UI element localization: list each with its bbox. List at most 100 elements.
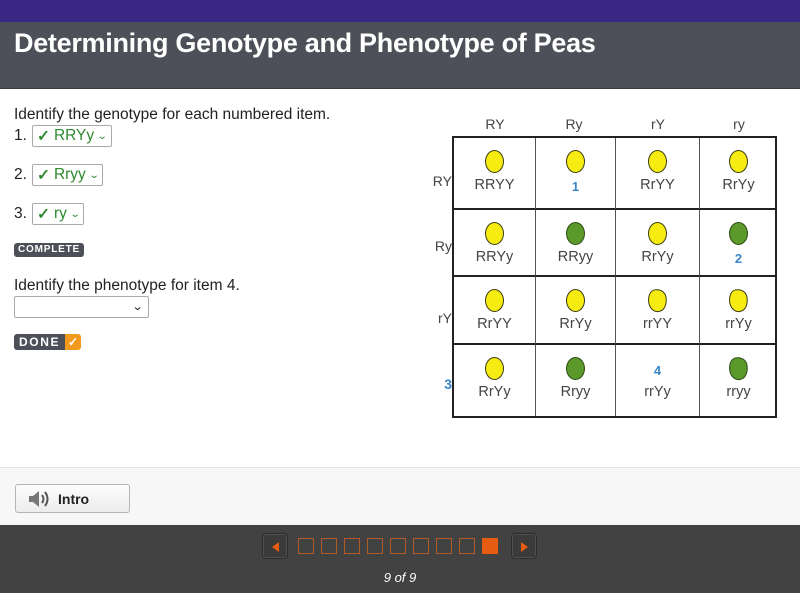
- intro-button[interactable]: Intro: [15, 484, 130, 513]
- genotype-label: rrYy: [644, 384, 671, 400]
- check-icon: ✓: [65, 334, 82, 350]
- punnett-grid: RRYY 1 RrYY RrYy RRYy RRyy RrYy 2 RrYY RrYy rrYY rr…: [452, 136, 777, 418]
- column-header: RY: [485, 116, 505, 132]
- check-icon: ✓: [36, 127, 50, 145]
- yellow-round-pea-icon: [565, 289, 585, 312]
- page-indicator-7[interactable]: [436, 538, 452, 554]
- footer-bar: Intro: [0, 467, 800, 525]
- chevron-down-icon: ⌄: [69, 208, 81, 220]
- item-number: 2.: [14, 166, 27, 183]
- punnett-cell: rrYY: [616, 277, 700, 345]
- punnett-cell: RrYy: [454, 345, 536, 416]
- punnett-cell: Rryy: [536, 345, 616, 416]
- genotype-item-3: 3. ✓ ry ⌄: [14, 203, 85, 225]
- green-round-pea-icon: [565, 357, 585, 380]
- chevron-down-icon: ⌄: [96, 130, 108, 142]
- genotype-select-3[interactable]: ✓ ry ⌄: [31, 203, 85, 225]
- item-number-label: 1: [571, 179, 580, 194]
- page-indicator-5[interactable]: [390, 538, 406, 554]
- row-header: Ry: [434, 238, 452, 254]
- yellow-round-pea-icon: [565, 150, 585, 173]
- row-header: rY: [438, 310, 452, 326]
- yellow-wrinkled-pea-icon: [645, 287, 669, 314]
- row-header: RY: [432, 173, 452, 189]
- punnett-cell: RrYy: [616, 210, 700, 277]
- punnett-cell: 2: [700, 210, 777, 277]
- yellow-round-pea-icon: [484, 289, 504, 312]
- page-indicator-9[interactable]: [482, 538, 498, 554]
- punnett-square: RY Ry rY ry RY Ry rY 3 RRYY 1 RrYY RrYy RRYy…: [420, 112, 790, 432]
- next-page-button[interactable]: [511, 533, 537, 559]
- phenotype-select[interactable]: ⌄: [14, 296, 149, 318]
- prev-page-button[interactable]: [262, 533, 288, 559]
- genotype-item-1: 1. ✓ RRYy ⌄: [14, 125, 112, 147]
- chevron-down-icon: ⌄: [131, 301, 144, 313]
- green-wrinkled-pea-icon: [726, 355, 750, 382]
- column-header: Ry: [565, 116, 583, 132]
- page-indicator-1[interactable]: [298, 538, 314, 554]
- row-header-item-3: 3: [444, 376, 452, 392]
- page-count: 9 of 9: [383, 570, 417, 585]
- genotype-label: Rryy: [560, 384, 591, 400]
- punnett-cell: 1: [536, 138, 616, 210]
- punnett-cell: RrYy: [536, 277, 616, 345]
- genotype-label: RrYy: [641, 249, 674, 265]
- punnett-cell: 4 rrYy: [616, 345, 700, 416]
- genotype-label: RRYY: [474, 177, 515, 193]
- speaker-icon: [29, 490, 49, 507]
- genotype-prompt: Identify the genotype for each numbered …: [14, 106, 331, 123]
- yellow-wrinkled-pea-icon: [726, 287, 750, 314]
- top-accent-bar: [0, 0, 800, 22]
- page-indicators: [298, 538, 505, 554]
- yellow-round-pea-icon: [728, 150, 748, 173]
- yellow-round-pea-icon: [484, 357, 504, 380]
- page-indicator-4[interactable]: [367, 538, 383, 554]
- chevron-down-icon: ⌄: [88, 169, 100, 181]
- complete-badge: COMPLETE: [14, 243, 84, 257]
- column-header: ry: [733, 116, 745, 132]
- genotype-label: RrYy: [722, 177, 755, 193]
- genotype-label: rryy: [726, 384, 751, 400]
- yellow-round-pea-icon: [647, 150, 667, 173]
- item-number-label: 4: [653, 363, 662, 378]
- next-arrow-icon: [521, 542, 528, 552]
- punnett-cell: RrYY: [616, 138, 700, 210]
- intro-label: Intro: [58, 490, 90, 507]
- genotype-select-1[interactable]: ✓ RRYy ⌄: [31, 125, 112, 147]
- selected-value: RRYy: [53, 127, 95, 144]
- punnett-cell: RrYy: [700, 138, 777, 210]
- yellow-round-pea-icon: [647, 222, 667, 245]
- page-indicator-3[interactable]: [344, 538, 360, 554]
- genotype-label: RrYY: [640, 177, 675, 193]
- check-icon: ✓: [36, 166, 50, 184]
- punnett-cell: RRYY: [454, 138, 536, 210]
- punnett-cell: RRYy: [454, 210, 536, 277]
- genotype-label: RRYy: [475, 249, 514, 265]
- punnett-cell: rrYy: [700, 277, 777, 345]
- page-title: Determining Genotype and Phenotype of Pe…: [14, 28, 596, 58]
- selected-value: ry: [53, 205, 67, 222]
- column-header: rY: [651, 116, 665, 132]
- phenotype-prompt: Identify the phenotype for item 4.: [14, 277, 240, 294]
- page-navigation: 9 of 9: [0, 525, 800, 593]
- selected-value: Rryy: [53, 166, 86, 183]
- check-icon: ✓: [36, 205, 50, 223]
- green-round-pea-icon: [565, 222, 585, 245]
- prev-arrow-icon: [272, 542, 279, 552]
- genotype-item-2: 2. ✓ Rryy ⌄: [14, 164, 104, 186]
- page-indicator-6[interactable]: [413, 538, 429, 554]
- page-indicator-2[interactable]: [321, 538, 337, 554]
- genotype-label: RrYY: [477, 316, 512, 332]
- genotype-label: RrYy: [559, 316, 592, 332]
- punnett-cell: RrYY: [454, 277, 536, 345]
- punnett-cell: RRyy: [536, 210, 616, 277]
- genotype-label: RRyy: [557, 249, 594, 265]
- yellow-round-pea-icon: [484, 222, 504, 245]
- genotype-label: rrYy: [725, 316, 752, 332]
- genotype-label: RrYy: [478, 384, 511, 400]
- genotype-select-2[interactable]: ✓ Rryy ⌄: [31, 164, 104, 186]
- done-button[interactable]: DONE ✓: [14, 334, 82, 350]
- item-number: 3.: [14, 205, 27, 222]
- genotype-label: rrYY: [643, 316, 672, 332]
- page-indicator-8[interactable]: [459, 538, 475, 554]
